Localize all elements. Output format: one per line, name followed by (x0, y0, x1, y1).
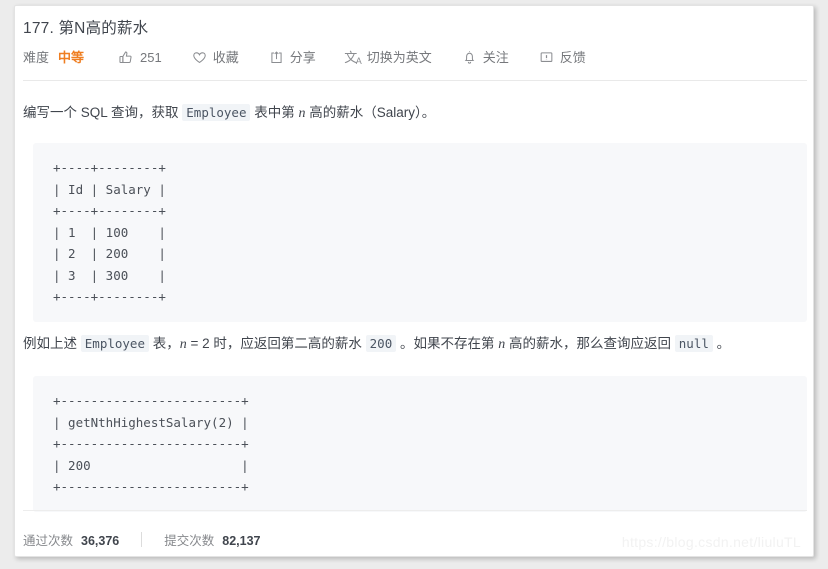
follow-label: 关注 (482, 49, 509, 65)
translate-icon: 文A (344, 49, 362, 66)
like-button[interactable]: 251 (118, 50, 162, 65)
code-block-employee-table: +----+--------+ | Id | Salary | +----+--… (33, 143, 807, 322)
bell-icon (462, 50, 477, 65)
follow-button[interactable]: 关注 (462, 50, 509, 65)
inline-variable-n-2: n (179, 337, 187, 352)
accepted-label: 通过次数 (23, 533, 74, 548)
paragraph-1-text-part-1: 编写一个 SQL 查询，获取 (23, 105, 183, 120)
accepted-stat: 通过次数 36,376 (23, 530, 119, 549)
inline-code-employee-2: Employee (80, 335, 149, 352)
problem-stats: 通过次数 36,376 提交次数 82,137 (23, 530, 261, 548)
feedback-button[interactable]: 反馈 (539, 50, 586, 65)
paragraph-2-text-part-6: 。 (712, 336, 731, 351)
problem-toolbar: 难度 中等 251 收藏 分享 文A 切换为英文 关注 反馈 (23, 46, 586, 68)
like-count: 251 (140, 49, 162, 65)
submitted-value: 82,137 (222, 533, 261, 548)
favorite-button[interactable]: 收藏 (192, 50, 239, 65)
feedback-icon (539, 50, 554, 65)
paragraph-2-text-part-3: = 2 时，应返回第二高的薪水 (186, 336, 366, 351)
paragraph-1-text-part-2: 表中第 (250, 105, 299, 120)
stats-divider (141, 531, 143, 547)
code-block-1-content: +----+--------+ | Id | Salary | +----+--… (53, 160, 166, 304)
submitted-label: 提交次数 (164, 533, 215, 548)
inline-variable-n-1: n (298, 106, 306, 121)
submitted-stat: 提交次数 82,137 (164, 530, 260, 549)
watermark: https://blog.csdn.net/liuluTL (621, 534, 801, 550)
paragraph-2-text-part-5: 高的薪水，那么查询应返回 (505, 336, 675, 351)
share-label: 分享 (289, 49, 316, 65)
code-block-result-table: +------------------------+ | getNthHighe… (33, 376, 807, 512)
translate-label: 切换为英文 (366, 49, 432, 65)
share-icon (269, 50, 284, 65)
header-divider (23, 80, 807, 81)
translate-button[interactable]: 文A 切换为英文 (344, 49, 432, 66)
difficulty-value: 中等 (58, 49, 85, 65)
footer-divider (23, 510, 807, 511)
problem-card: 177. 第N高的薪水 难度 中等 251 收藏 分享 文A 切换为英文 关注 … (14, 5, 814, 557)
code-block-2-content: +------------------------+ | getNthHighe… (53, 393, 249, 494)
paragraph-1-text-part-3: 高的薪水（Salary）。 (305, 105, 436, 120)
inline-code-employee-1: Employee (182, 104, 251, 121)
share-button[interactable]: 分享 (269, 50, 316, 65)
feedback-label: 反馈 (559, 49, 586, 65)
heart-icon (192, 50, 207, 65)
difficulty-indicator: 难度 中等 (23, 51, 84, 64)
description-paragraph-1: 编写一个 SQL 查询，获取 Employee 表中第 n 高的薪水（Salar… (23, 102, 435, 125)
page-background: 177. 第N高的薪水 难度 中等 251 收藏 分享 文A 切换为英文 关注 … (0, 0, 828, 569)
thumbs-up-icon (118, 50, 133, 65)
paragraph-2-text-part-1: 例如上述 (23, 336, 81, 351)
accepted-value: 36,376 (81, 533, 120, 548)
paragraph-2-text-part-2: 表， (148, 336, 180, 351)
paragraph-2-text-part-4: 。如果不存在第 (396, 336, 499, 351)
difficulty-label: 难度 (23, 49, 50, 65)
inline-code-null: null (674, 335, 713, 352)
description-paragraph-2: 例如上述 Employee 表，n = 2 时，应返回第二高的薪水 200 。如… (23, 333, 730, 356)
favorite-label: 收藏 (212, 49, 239, 65)
page-title: 177. 第N高的薪水 (23, 20, 149, 37)
inline-code-200: 200 (365, 335, 397, 352)
